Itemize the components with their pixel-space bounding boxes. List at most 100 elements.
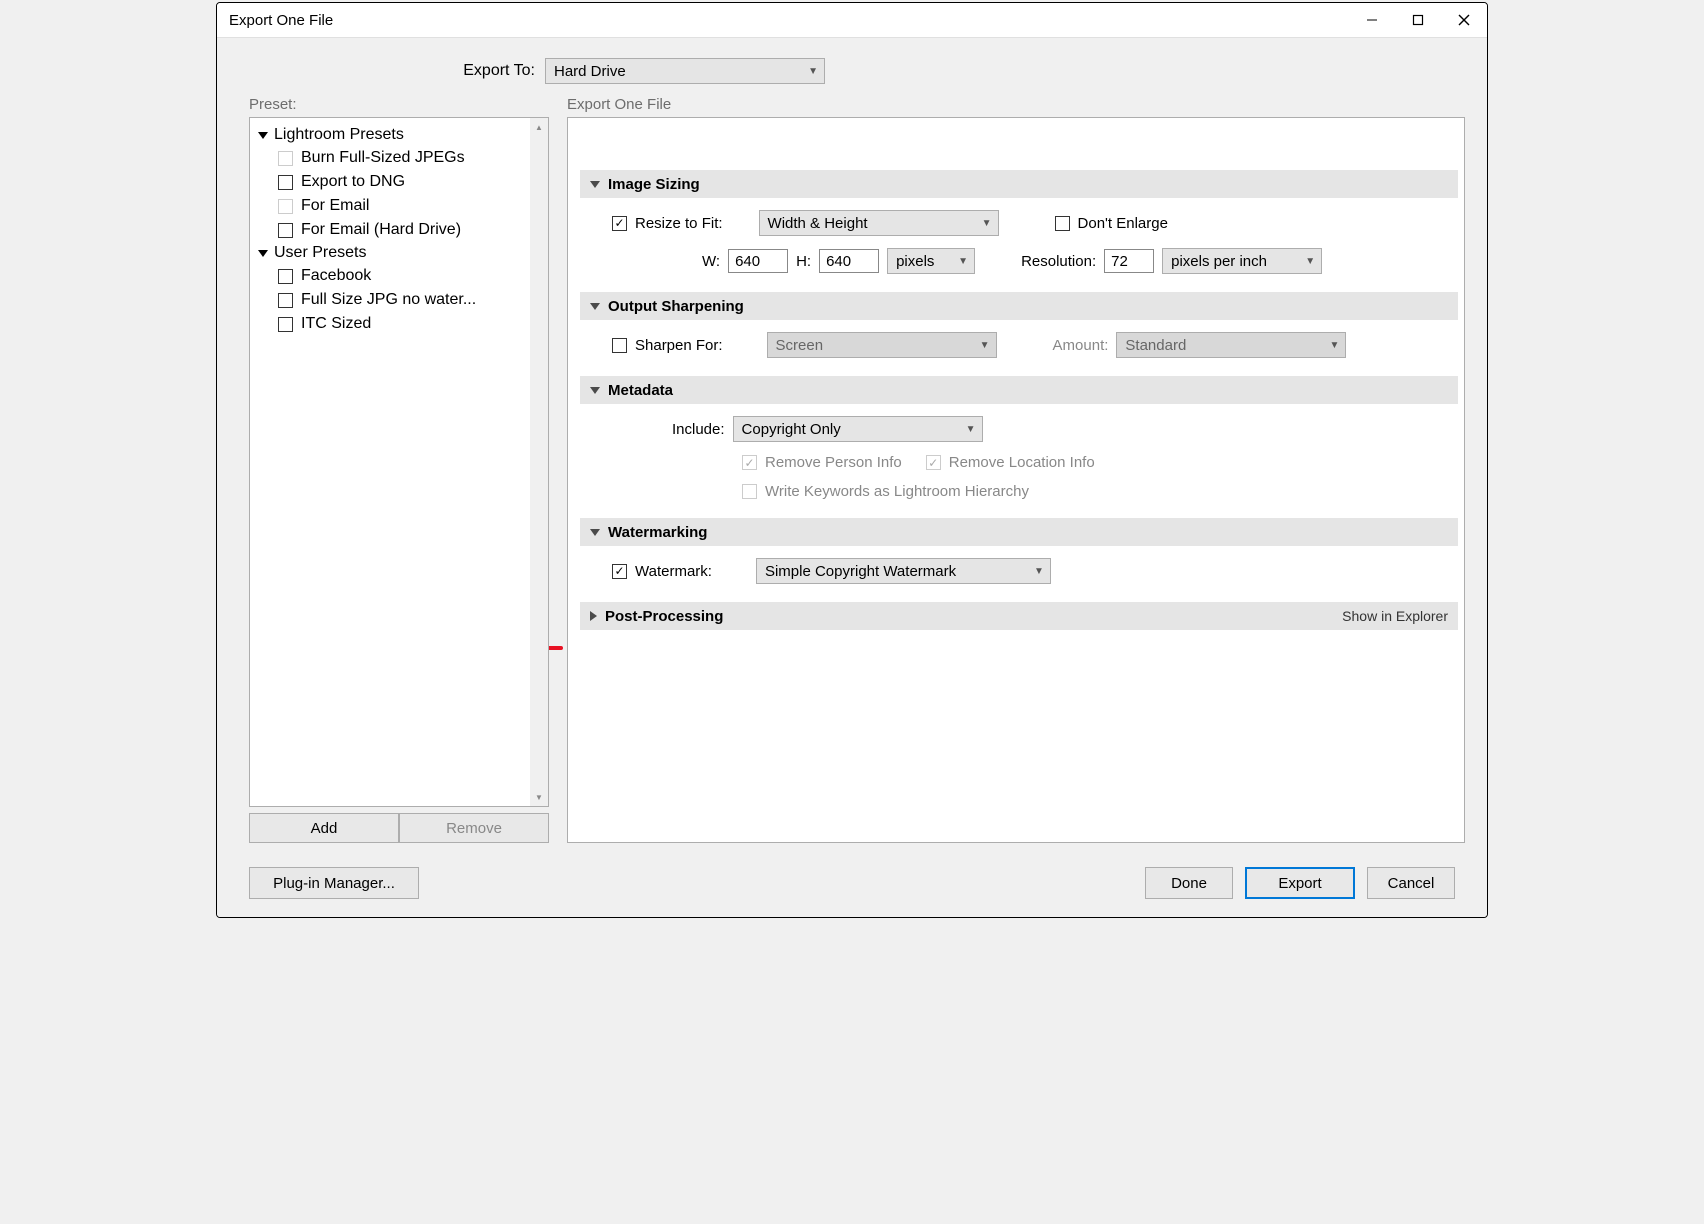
titlebar: Export One File xyxy=(217,3,1487,37)
collapse-icon xyxy=(590,387,600,394)
preset-item-for-email-hard-drive[interactable]: For Email (Hard Drive) xyxy=(252,218,546,242)
close-icon xyxy=(1457,13,1471,27)
dont-enlarge-checkbox[interactable] xyxy=(1055,216,1070,231)
watermark-checkbox[interactable] xyxy=(612,564,627,579)
export-to-row: Export To: Hard Drive ▼ xyxy=(217,38,1487,96)
section-output-sharpening-header[interactable]: Output Sharpening xyxy=(580,292,1458,320)
preset-item-facebook[interactable]: Facebook xyxy=(252,264,546,288)
collapse-icon xyxy=(590,303,600,310)
section-watermarking-body: Watermark: Simple Copyright Watermark ▼ xyxy=(580,546,1458,602)
write-keywords-label: Write Keywords as Lightroom Hierarchy xyxy=(765,483,1029,500)
height-label: H: xyxy=(796,253,811,270)
preset-item-export-to-dng[interactable]: Export to DNG xyxy=(252,170,546,194)
resolution-label: Resolution: xyxy=(1021,253,1096,270)
preset-list[interactable]: Lightroom Presets Burn Full-Sized JPEGs … xyxy=(249,117,549,807)
add-preset-button[interactable]: Add xyxy=(249,813,399,843)
section-image-sizing-body: Resize to Fit: Width & Height ▼ Don't En… xyxy=(580,198,1458,292)
size-unit-combo[interactable]: pixels ▼ xyxy=(887,248,975,274)
resize-to-fit-checkbox[interactable] xyxy=(612,216,627,231)
show-in-explorer-link[interactable]: Show in Explorer xyxy=(1342,608,1448,624)
resolution-input[interactable] xyxy=(1104,249,1154,273)
include-combo[interactable]: Copyright Only ▼ xyxy=(733,416,983,442)
sharpen-for-checkbox[interactable] xyxy=(612,338,627,353)
collapse-icon xyxy=(590,529,600,536)
section-output-sharpening-body: Sharpen For: Screen ▼ Amount: Standard ▼ xyxy=(580,320,1458,376)
expand-icon xyxy=(258,250,268,257)
include-label: Include: xyxy=(672,421,725,438)
chevron-down-icon: ▼ xyxy=(1305,256,1315,267)
preset-panel: Lightroom Presets Burn Full-Sized JPEGs … xyxy=(249,117,549,843)
window-controls xyxy=(1349,3,1487,37)
resize-to-fit-label: Resize to Fit: xyxy=(635,215,723,232)
chevron-down-icon: ▼ xyxy=(982,218,992,229)
settings-title-label: Export One File xyxy=(567,96,671,113)
minimize-button[interactable] xyxy=(1349,3,1395,37)
dialog-body: Export To: Hard Drive ▼ Preset: Export O… xyxy=(217,37,1487,917)
plugin-manager-button[interactable]: Plug-in Manager... xyxy=(249,867,419,899)
chevron-down-icon: ▼ xyxy=(1330,340,1340,351)
amount-combo[interactable]: Standard ▼ xyxy=(1116,332,1346,358)
preset-buttons: Add Remove xyxy=(249,813,549,843)
export-dialog: Export One File Export To: Hard Drive ▼ … xyxy=(216,2,1488,918)
chevron-down-icon: ▼ xyxy=(980,340,990,351)
preset-item-for-email[interactable]: For Email xyxy=(252,194,546,218)
preset-group-lightroom[interactable]: Lightroom Presets xyxy=(252,124,546,146)
bottom-bar: Plug-in Manager... Done Export Cancel xyxy=(217,843,1487,917)
remove-preset-button[interactable]: Remove xyxy=(399,813,549,843)
preset-label: Preset: xyxy=(249,96,549,113)
section-image-sizing-header[interactable]: Image Sizing xyxy=(580,170,1458,198)
amount-label: Amount: xyxy=(1053,337,1109,354)
export-to-label: Export To: xyxy=(217,62,545,80)
dont-enlarge-label: Don't Enlarge xyxy=(1078,215,1168,232)
panel-labels: Preset: Export One File xyxy=(217,96,1487,117)
maximize-button[interactable] xyxy=(1395,3,1441,37)
close-button[interactable] xyxy=(1441,3,1487,37)
remove-location-checkbox xyxy=(926,455,941,470)
export-to-value: Hard Drive xyxy=(554,63,626,80)
collapse-icon xyxy=(590,181,600,188)
sharpen-for-combo[interactable]: Screen ▼ xyxy=(767,332,997,358)
preset-scrollbar[interactable]: ▲ ▼ xyxy=(530,118,548,806)
window-title: Export One File xyxy=(229,12,333,29)
section-watermarking-header[interactable]: Watermarking xyxy=(580,518,1458,546)
chevron-down-icon: ▼ xyxy=(958,256,968,267)
resize-mode-combo[interactable]: Width & Height ▼ xyxy=(759,210,999,236)
resolution-unit-combo[interactable]: pixels per inch ▼ xyxy=(1162,248,1322,274)
remove-person-label: Remove Person Info xyxy=(765,454,902,471)
checkbox[interactable] xyxy=(278,223,293,238)
preset-item-burn-full-sized[interactable]: Burn Full-Sized JPEGs xyxy=(252,146,546,170)
preset-item-itc-sized[interactable]: ITC Sized xyxy=(252,312,546,336)
section-post-processing-header[interactable]: Post-Processing Show in Explorer xyxy=(580,602,1458,630)
checkbox[interactable] xyxy=(278,151,293,166)
chevron-down-icon: ▼ xyxy=(808,66,818,77)
checkbox[interactable] xyxy=(278,293,293,308)
chevron-down-icon: ▼ xyxy=(966,424,976,435)
checkbox[interactable] xyxy=(278,175,293,190)
settings-panel: Image Sizing Resize to Fit: Width & Heig… xyxy=(567,117,1465,843)
watermark-label: Watermark: xyxy=(635,563,712,580)
maximize-icon xyxy=(1412,14,1424,26)
checkbox[interactable] xyxy=(278,269,293,284)
scroll-down-icon[interactable]: ▼ xyxy=(530,788,548,806)
remove-person-checkbox xyxy=(742,455,757,470)
expand-icon xyxy=(258,132,268,139)
watermark-combo[interactable]: Simple Copyright Watermark ▼ xyxy=(756,558,1051,584)
chevron-down-icon: ▼ xyxy=(1034,566,1044,577)
done-button[interactable]: Done xyxy=(1145,867,1233,899)
main-area: Lightroom Presets Burn Full-Sized JPEGs … xyxy=(217,117,1487,843)
expand-icon xyxy=(590,611,597,621)
export-to-combo[interactable]: Hard Drive ▼ xyxy=(545,58,825,84)
preset-group-user[interactable]: User Presets xyxy=(252,242,546,264)
cancel-button[interactable]: Cancel xyxy=(1367,867,1455,899)
checkbox[interactable] xyxy=(278,199,293,214)
width-label: W: xyxy=(702,253,720,270)
checkbox[interactable] xyxy=(278,317,293,332)
export-button[interactable]: Export xyxy=(1245,867,1355,899)
preset-item-full-size-jpg[interactable]: Full Size JPG no water... xyxy=(252,288,546,312)
sharpen-for-label: Sharpen For: xyxy=(635,337,723,354)
section-metadata-header[interactable]: Metadata xyxy=(580,376,1458,404)
height-input[interactable] xyxy=(819,249,879,273)
scroll-up-icon[interactable]: ▲ xyxy=(530,118,548,136)
width-input[interactable] xyxy=(728,249,788,273)
section-metadata-body: Include: Copyright Only ▼ Remove Person … xyxy=(580,404,1458,518)
